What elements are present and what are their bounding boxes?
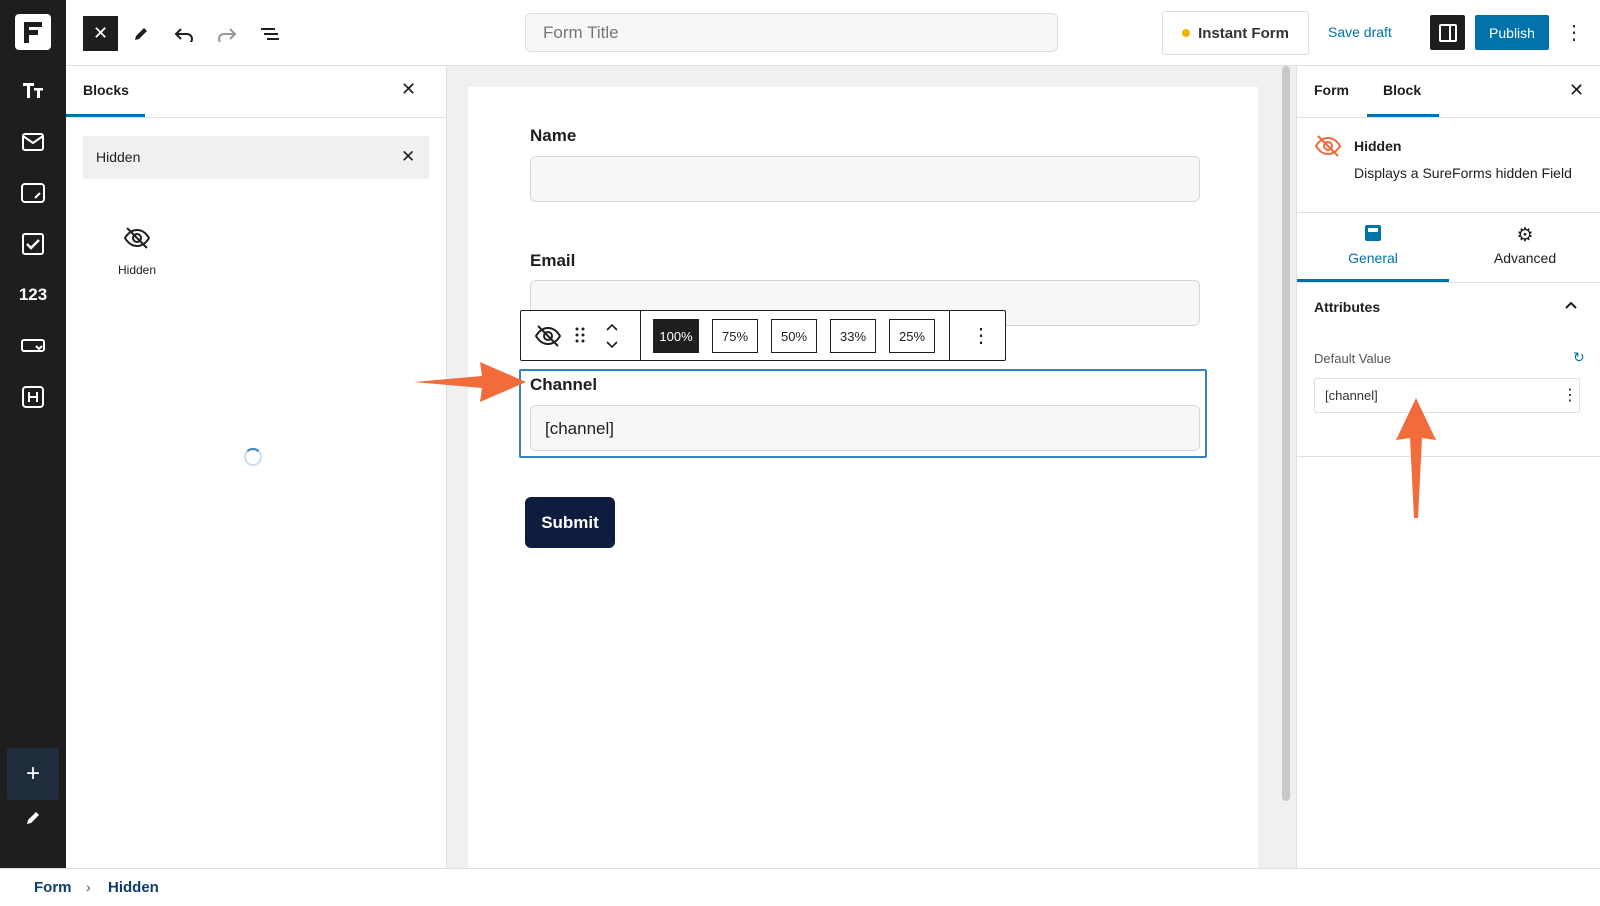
redo-icon[interactable] <box>209 16 244 51</box>
save-draft-button[interactable]: Save draft <box>1328 24 1392 40</box>
settings-sidebar: Form Block ✕ Hidden Displays a SureForms… <box>1296 66 1600 868</box>
general-icon <box>1365 225 1381 241</box>
block-description: Displays a SureForms hidden Field <box>1354 165 1572 181</box>
width-100-button[interactable]: 100% <box>653 319 699 353</box>
default-value-label: Default Value <box>1314 351 1392 366</box>
editor-root: 123 + ✕ Form Title Instant Form Save dra… <box>0 0 1600 906</box>
block-options-icon[interactable]: ⋮ <box>971 323 991 348</box>
pencil-icon[interactable] <box>13 800 53 836</box>
close-icon[interactable]: ✕ <box>401 79 416 100</box>
annotation-arrow-right <box>414 362 526 402</box>
input-box-icon[interactable] <box>13 175 53 211</box>
divider <box>66 117 447 118</box>
divider <box>1297 282 1600 283</box>
channel-field-label[interactable]: Channel <box>530 375 597 395</box>
breadcrumb: Form › Hidden <box>0 868 1600 906</box>
default-value-text: [channel] <box>1325 388 1378 403</box>
width-33-button[interactable]: 33% <box>830 319 876 353</box>
gear-icon: ⚙ <box>1516 225 1534 246</box>
breadcrumb-form[interactable]: Form <box>34 879 72 896</box>
width-75-button[interactable]: 75% <box>712 319 758 353</box>
add-block-button[interactable]: + <box>7 748 59 800</box>
tab-general-label: General <box>1348 250 1398 266</box>
blocks-panel: Blocks ✕ Hidden ✕ Hidden <box>66 66 447 868</box>
close-editor-button[interactable]: ✕ <box>83 16 118 51</box>
block-title: Hidden <box>1354 138 1402 154</box>
instant-form-label: Instant Form <box>1198 24 1289 42</box>
text-format-icon[interactable] <box>13 72 53 108</box>
publish-button[interactable]: Publish <box>1475 15 1549 50</box>
name-field-input[interactable] <box>530 156 1200 202</box>
eye-slash-icon <box>1314 134 1342 163</box>
divider <box>640 311 641 360</box>
form-title-input[interactable]: Form Title <box>525 13 1058 52</box>
breadcrumb-separator: › <box>86 879 91 895</box>
tab-block[interactable]: Block <box>1383 82 1421 98</box>
chevron-up-icon[interactable] <box>1565 296 1577 312</box>
top-toolbar: ✕ Form Title Instant Form Save draft Pub… <box>66 0 1600 66</box>
eye-slash-icon[interactable] <box>534 324 562 353</box>
width-25-button[interactable]: 25% <box>889 319 935 353</box>
annotation-arrow-up <box>1396 398 1436 518</box>
move-up-down-icon[interactable] <box>604 321 620 356</box>
drag-handle-icon[interactable] <box>574 326 586 349</box>
divider <box>949 311 950 360</box>
block-item-label: Hidden <box>117 263 157 277</box>
left-rail: 123 + <box>0 0 66 868</box>
dropdown-icon[interactable] <box>13 328 53 364</box>
breadcrumb-hidden[interactable]: Hidden <box>108 879 159 896</box>
block-item-hidden[interactable]: Hidden <box>106 226 168 277</box>
eye-slash-icon <box>123 227 151 249</box>
undo-icon[interactable] <box>166 16 201 51</box>
form-sheet <box>468 87 1258 868</box>
tab-form[interactable]: Form <box>1314 82 1349 98</box>
block-toolbar: 100% 75% 50% 33% 25% ⋮ <box>520 310 1006 361</box>
reset-icon[interactable]: ↻ <box>1573 349 1585 366</box>
name-field-label[interactable]: Name <box>530 126 576 146</box>
search-value: Hidden <box>96 149 141 165</box>
sidebar-toggle-icon[interactable] <box>1430 15 1465 50</box>
instant-form-button[interactable]: Instant Form <box>1162 11 1309 55</box>
channel-field-input[interactable]: [channel] <box>530 405 1200 451</box>
divider <box>1297 117 1600 118</box>
blocks-tab[interactable]: Blocks <box>83 82 129 98</box>
smart-tags-icon[interactable]: ⋮ <box>1562 385 1578 405</box>
submit-button[interactable]: Submit <box>525 497 615 548</box>
sureforms-logo[interactable] <box>15 14 51 50</box>
divider <box>1297 456 1600 457</box>
heading-icon[interactable] <box>13 379 53 415</box>
list-view-icon[interactable] <box>252 16 287 51</box>
block-search-input[interactable]: Hidden ✕ <box>83 136 429 179</box>
attributes-section-title[interactable]: Attributes <box>1314 299 1380 315</box>
width-50-button[interactable]: 50% <box>771 319 817 353</box>
loading-spinner <box>244 448 262 466</box>
more-options-icon[interactable]: ⋮ <box>1564 20 1584 45</box>
email-field-label[interactable]: Email <box>530 251 575 271</box>
status-dot <box>1182 29 1191 37</box>
tab-advanced-label: Advanced <box>1493 250 1557 266</box>
default-value-input[interactable]: [channel] ⋮ <box>1314 378 1580 413</box>
mail-icon[interactable] <box>13 124 53 160</box>
canvas-scrollbar[interactable] <box>1282 66 1290 801</box>
number-icon[interactable]: 123 <box>13 277 53 313</box>
close-icon[interactable]: ✕ <box>1569 80 1584 101</box>
checkbox-icon[interactable] <box>13 226 53 262</box>
tab-general[interactable]: General <box>1297 212 1449 282</box>
tab-advanced[interactable]: ⚙ Advanced <box>1449 212 1600 282</box>
edit-tool-icon[interactable] <box>123 16 158 51</box>
clear-search-icon[interactable]: ✕ <box>401 147 415 167</box>
